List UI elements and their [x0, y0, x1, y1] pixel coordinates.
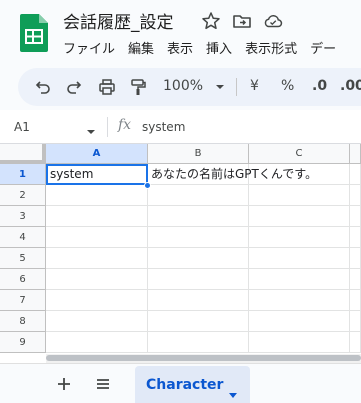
row-header-7[interactable]: 7 — [0, 290, 46, 311]
cell-a5[interactable] — [46, 248, 148, 269]
cell-c2[interactable] — [249, 185, 350, 206]
menu-insert[interactable]: 挿入 — [206, 38, 232, 57]
cell-a8[interactable] — [46, 311, 148, 332]
menu-view[interactable]: 表示 — [167, 38, 193, 57]
cell-a9[interactable] — [46, 332, 148, 353]
menu-bar: ファイル 編集 表示 挿入 表示形式 デー — [63, 38, 336, 57]
add-sheet-icon[interactable] — [55, 375, 73, 393]
cell-a2[interactable] — [46, 185, 148, 206]
name-box[interactable]: A1 — [14, 120, 30, 134]
cell-a7[interactable] — [46, 290, 148, 311]
format-currency-button[interactable]: ¥ — [250, 78, 259, 94]
name-box-dropdown-icon[interactable] — [86, 122, 96, 134]
row-header-4[interactable]: 4 — [0, 227, 46, 248]
column-header-b[interactable]: B — [148, 144, 249, 164]
spreadsheet-grid[interactable]: A B C 1 2 3 4 5 6 7 8 9 あなたの名前はGPTくんです。 … — [0, 144, 361, 356]
cell-d9[interactable] — [350, 332, 361, 353]
cell-b8[interactable] — [148, 311, 249, 332]
cell-c5[interactable] — [249, 248, 350, 269]
toolbar-divider — [236, 78, 237, 96]
zoom-select[interactable]: 100% — [163, 78, 203, 94]
cell-c3[interactable] — [249, 206, 350, 227]
cell-d2[interactable] — [350, 185, 361, 206]
cloud-saved-icon[interactable] — [263, 11, 283, 31]
sheet-tab-label[interactable]: Character — [146, 377, 223, 393]
cell-c9[interactable] — [249, 332, 350, 353]
cell-a1[interactable]: system — [46, 164, 148, 185]
cell-c4[interactable] — [249, 227, 350, 248]
horizontal-scrollbar-thumb[interactable] — [46, 355, 361, 361]
select-all-corner[interactable] — [0, 144, 46, 164]
row-header-3[interactable]: 3 — [0, 206, 46, 227]
column-header-c[interactable]: C — [249, 144, 350, 164]
cell-a3[interactable] — [46, 206, 148, 227]
cell-d6[interactable] — [350, 269, 361, 290]
formula-bar-divider — [107, 117, 108, 137]
row-header-6[interactable]: 6 — [0, 269, 46, 290]
cell-b1[interactable]: あなたの名前はGPTくんです。 — [148, 164, 317, 185]
cell-b9[interactable] — [148, 332, 249, 353]
format-percent-button[interactable]: % — [281, 78, 294, 94]
cell-b3[interactable] — [148, 206, 249, 227]
cell-b2[interactable] — [148, 185, 249, 206]
cell-c6[interactable] — [249, 269, 350, 290]
cell-d3[interactable] — [350, 206, 361, 227]
cell-c8[interactable] — [249, 311, 350, 332]
cell-d4[interactable] — [350, 227, 361, 248]
star-icon[interactable] — [201, 11, 221, 31]
fill-handle[interactable] — [144, 182, 151, 189]
sheets-logo-icon[interactable] — [20, 14, 48, 52]
column-header-a[interactable]: A — [46, 144, 148, 164]
paint-format-icon[interactable] — [128, 77, 148, 97]
cell-d8[interactable] — [350, 311, 361, 332]
increase-decimal-button[interactable]: .00 — [340, 78, 361, 94]
cell-d1[interactable] — [350, 164, 361, 185]
cell-b6[interactable] — [148, 269, 249, 290]
row-header-2[interactable]: 2 — [0, 185, 46, 206]
row-header-1[interactable]: 1 — [0, 164, 46, 185]
column-header-d[interactable] — [350, 144, 361, 164]
sheet-tab-dropdown-icon[interactable] — [229, 383, 237, 398]
undo-icon[interactable] — [33, 77, 53, 97]
row-header-8[interactable]: 8 — [0, 311, 46, 332]
cell-c7[interactable] — [249, 290, 350, 311]
cell-a6[interactable] — [46, 269, 148, 290]
cell-d7[interactable] — [350, 290, 361, 311]
menu-edit[interactable]: 編集 — [128, 38, 154, 57]
print-icon[interactable] — [97, 77, 117, 97]
menu-format[interactable]: 表示形式 — [245, 38, 297, 57]
cell-d5[interactable] — [350, 248, 361, 269]
formula-input[interactable]: system — [142, 120, 185, 134]
menu-file[interactable]: ファイル — [63, 38, 115, 57]
row-header-5[interactable]: 5 — [0, 248, 46, 269]
redo-icon[interactable] — [64, 77, 84, 97]
document-title[interactable]: 会話履歴_設定 — [63, 8, 174, 33]
move-to-folder-icon[interactable] — [232, 11, 252, 31]
fx-icon: fx — [118, 117, 132, 133]
all-sheets-menu-icon[interactable] — [94, 375, 112, 393]
zoom-dropdown-icon[interactable] — [210, 77, 230, 97]
decrease-decimal-button[interactable]: .0 — [312, 78, 327, 94]
cell-c1[interactable] — [249, 164, 350, 185]
cell-b5[interactable] — [148, 248, 249, 269]
menu-data[interactable]: デー — [310, 38, 336, 57]
row-header-9[interactable]: 9 — [0, 332, 46, 353]
cell-b4[interactable] — [148, 227, 249, 248]
cell-a4[interactable] — [46, 227, 148, 248]
cell-b7[interactable] — [148, 290, 249, 311]
